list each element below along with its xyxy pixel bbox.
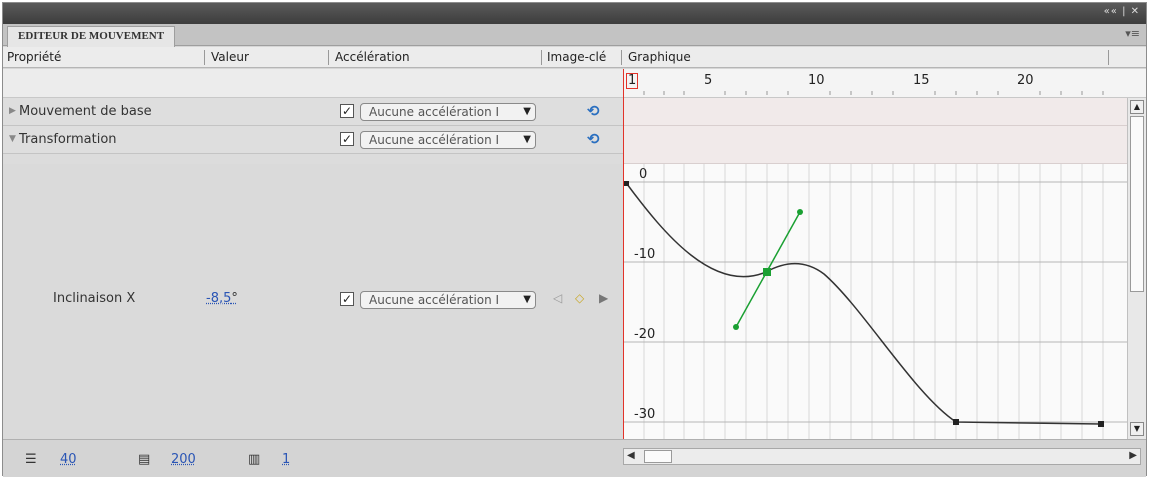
next-keyframe-icon[interactable]: ▶ [599,291,608,305]
property-value[interactable]: -8,5° [206,291,238,306]
tab-row: EDITEUR DE MOUVEMENT ▾≡ [3,24,1146,47]
column-header: Propriété Valeur Accélération Image-clé … [3,47,1146,68]
easing-dropdown-label: Aucune accélération I [369,133,500,147]
reset-arrows-icon[interactable]: ⟲ [587,102,600,120]
ruler-label: 10 [808,73,825,88]
curve-canvas [624,164,1127,439]
y-axis-label: -30 [634,407,656,422]
panel-menu-icon[interactable]: ▾≡ [1125,27,1140,40]
category-row-transformation[interactable]: ▼ Transformation ✓ Aucune accélération I… [3,126,623,154]
expanded-graph-size-icon: ▤ [138,452,151,467]
editor-footer: ☰ 40 ▤ 200 ▥ 1 ◀ ▶ [3,439,1146,477]
horizontal-scrollbar[interactable]: ◀ ▶ [623,448,1141,465]
col-property: Propriété [7,50,62,64]
easing-checkbox[interactable]: ✓ [340,104,354,118]
property-row-skew-x: Inclinaison X -8,5° ✓ Aucune accélératio… [3,164,623,439]
y-axis-label: -10 [634,247,656,262]
ruler-label: 20 [1017,73,1034,88]
col-divider[interactable] [204,50,205,65]
col-divider[interactable] [621,50,622,65]
tab-motion-editor[interactable]: EDITEUR DE MOUVEMENT [7,26,176,47]
ruler-label: 5 [704,73,713,88]
category-label: Transformation [19,132,117,147]
easing-dropdown[interactable]: Aucune accélération I ▼ [360,103,536,121]
property-curve-graph[interactable]: 0 -10 -20 -30 [624,164,1127,439]
property-unit: ° [231,291,238,306]
col-keyframe: Image-clé [547,50,607,64]
graph-pane: 1 5 10 15 20 0 -10 -20 -30 ▲ ▼ [624,69,1146,439]
collapsed-arrow-icon[interactable]: ▶ [9,106,16,116]
col-value: Valeur [211,50,249,64]
easing-dropdown-label: Aucune accélération I [369,105,500,119]
expanded-graph-size-field[interactable]: 200 [171,452,196,467]
expanded-arrow-icon[interactable]: ▼ [9,134,16,144]
property-list-spacer [3,69,623,98]
property-value-number[interactable]: -8,5 [206,291,231,306]
panel-titlebar: «« | ✕ [3,3,1146,24]
property-list: ▶ Mouvement de base ✓ Aucune accélératio… [3,69,623,439]
ruler-label: 1 [626,73,639,89]
vertical-scrollbar[interactable]: ▲ ▼ [1127,98,1146,439]
graph-row-basic-motion [624,98,1127,126]
motion-editor-panel: «« | ✕ EDITEUR DE MOUVEMENT ▾≡ Propriété… [2,2,1147,477]
easing-checkbox[interactable]: ✓ [340,292,354,306]
prev-keyframe-icon[interactable]: ◁ [553,291,562,305]
scroll-up-icon[interactable]: ▲ [1130,100,1144,114]
col-divider[interactable] [541,50,542,65]
horizontal-scroll-thumb[interactable] [644,450,672,463]
easing-dropdown[interactable]: Aucune accélération I ▼ [360,291,536,309]
graph-row-transformation [624,126,1127,164]
visible-frames-field[interactable]: 1 [282,452,290,467]
col-divider[interactable] [328,50,329,65]
graph-size-field[interactable]: 40 [60,452,77,467]
easing-checkbox[interactable]: ✓ [340,132,354,146]
dropdown-arrow-icon: ▼ [523,134,531,145]
graph-size-icon: ☰ [25,452,37,467]
y-axis-label: -20 [634,327,656,342]
scroll-thumb[interactable] [1130,116,1144,292]
visible-frames-icon: ▥ [248,452,261,467]
col-divider [1108,50,1109,65]
frame-ruler[interactable]: 1 5 10 15 20 [624,69,1146,98]
col-easing: Accélération [335,50,410,64]
ruler-ticks [643,91,1104,95]
easing-dropdown-label: Aucune accélération I [369,293,500,307]
y-axis-label: 0 [639,167,648,182]
add-keyframe-icon[interactable]: ◇ [575,291,584,305]
easing-dropdown[interactable]: Aucune accélération I ▼ [360,131,536,149]
panel-window-controls[interactable]: «« | ✕ [1104,6,1140,17]
dropdown-arrow-icon: ▼ [523,106,531,117]
dropdown-arrow-icon: ▼ [523,294,531,305]
scroll-right-icon[interactable]: ▶ [1129,450,1137,461]
reset-arrows-icon[interactable]: ⟲ [587,130,600,148]
scroll-down-icon[interactable]: ▼ [1130,422,1144,436]
category-row-basic-motion[interactable]: ▶ Mouvement de base ✓ Aucune accélératio… [3,98,623,126]
property-label: Inclinaison X [53,291,136,306]
category-label: Mouvement de base [19,104,152,119]
ruler-label: 15 [913,73,930,88]
scroll-left-icon[interactable]: ◀ [627,450,635,461]
col-graph: Graphique [628,50,691,64]
